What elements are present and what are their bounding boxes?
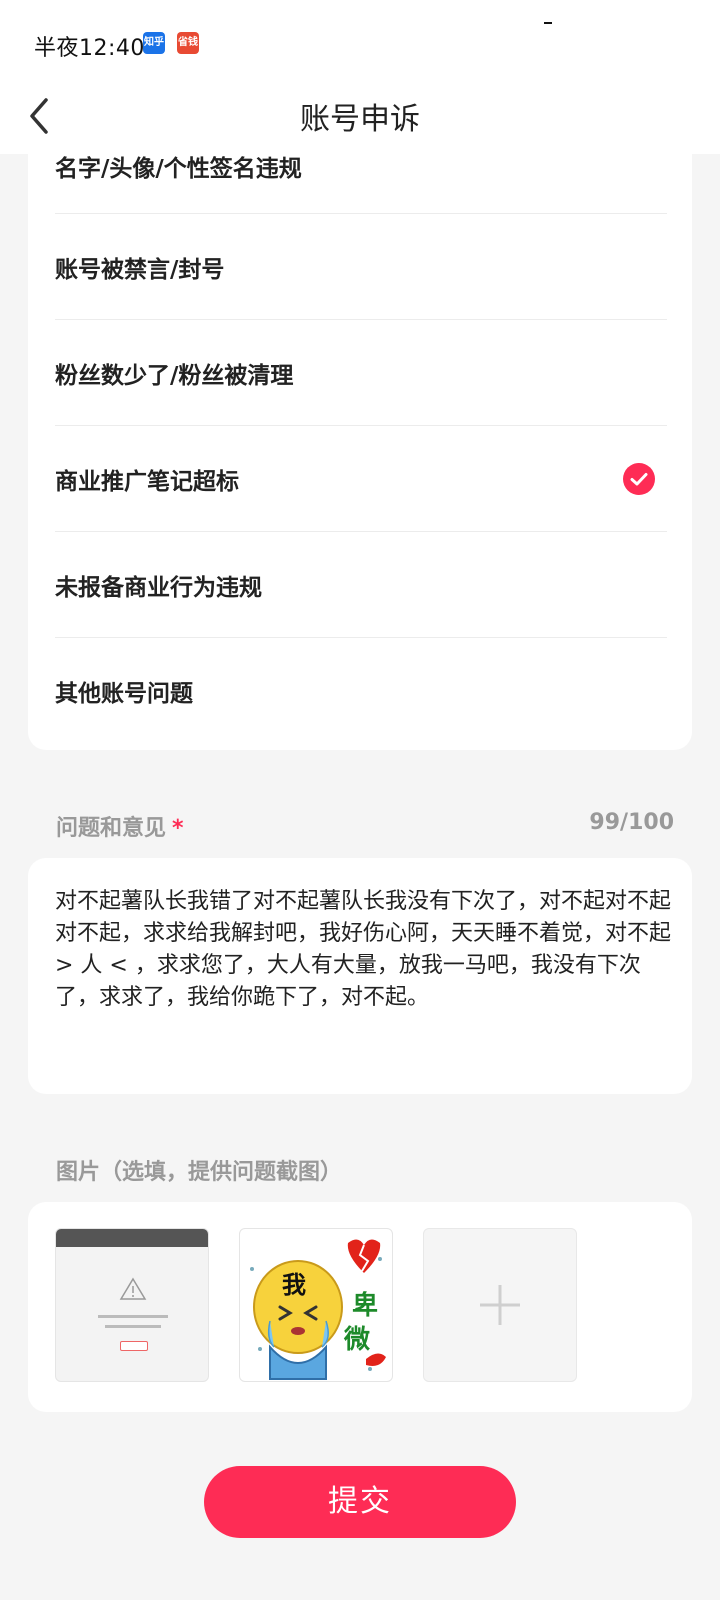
reason-label: 未报备商业行为违规 — [55, 574, 262, 601]
reason-list: 名字/头像/个性签名违规 账号被禁言/封号 粉丝数少了/粉丝被清理 商业推广笔记… — [28, 154, 692, 750]
reason-item-followers[interactable]: 粉丝数少了/粉丝被清理 — [55, 320, 667, 426]
shengqian-app-icon: 省钱 — [177, 32, 199, 54]
images-label: 图片（选填，提供问题截图） — [56, 1160, 343, 1185]
sticker-caption: 卑 — [352, 1291, 379, 1321]
thumbnail-text-line — [98, 1315, 168, 1318]
status-time: 半夜12:40 — [34, 36, 145, 61]
plus-icon — [480, 1285, 520, 1325]
reason-label: 账号被禁言/封号 — [55, 256, 225, 283]
sticker-caption: 微 — [344, 1325, 371, 1355]
character-count: 99/100 — [589, 810, 674, 835]
reason-item-banned[interactable]: 账号被禁言/封号 — [55, 214, 667, 320]
feedback-text: 对不起薯队长我错了对不起薯队长我没有下次了，对不起对不起对不起，求求给我解封吧，… — [55, 889, 672, 1010]
status-indicator — [544, 22, 552, 24]
reason-label: 粉丝数少了/粉丝被清理 — [55, 362, 294, 389]
reason-label: 其他账号问题 — [55, 681, 193, 707]
screenshot-thumbnail[interactable] — [55, 1228, 209, 1382]
add-image-button[interactable] — [423, 1228, 577, 1382]
status-bar: 半夜12:40 知乎 省钱 — [0, 0, 720, 80]
reason-label: 商业推广笔记超标 — [55, 468, 239, 495]
submit-button[interactable]: 提交 — [204, 1466, 516, 1538]
warning-icon — [119, 1277, 147, 1300]
thumbnail-button — [120, 1341, 148, 1351]
reason-item-commercial-notes[interactable]: 商业推广笔记超标 — [55, 426, 667, 532]
thumbnail-toolbar — [56, 1229, 208, 1247]
reason-item-name-avatar[interactable]: 名字/头像/个性签名违规 — [55, 110, 667, 214]
feedback-label-text: 问题和意见 — [56, 816, 167, 841]
reason-item-other[interactable]: 其他账号问题 — [55, 638, 667, 744]
reason-item-unreported-business[interactable]: 未报备商业行为违规 — [55, 532, 667, 638]
thumbnail-text-line — [105, 1325, 161, 1328]
required-mark: * — [172, 816, 184, 841]
sticker-caption: 我 — [282, 1271, 306, 1299]
checkmark-icon — [623, 462, 655, 495]
images-card: 我 卑 微 — [28, 1202, 692, 1412]
feedback-textarea[interactable]: 对不起薯队长我错了对不起薯队长我没有下次了，对不起对不起对不起，求求给我解封吧，… — [28, 858, 692, 1094]
sticker-thumbnail[interactable]: 我 卑 微 — [239, 1228, 393, 1382]
reason-label: 名字/头像/个性签名违规 — [55, 156, 302, 182]
zhihu-app-icon: 知乎 — [143, 32, 165, 54]
feedback-label: 问题和意见 * — [56, 810, 184, 842]
